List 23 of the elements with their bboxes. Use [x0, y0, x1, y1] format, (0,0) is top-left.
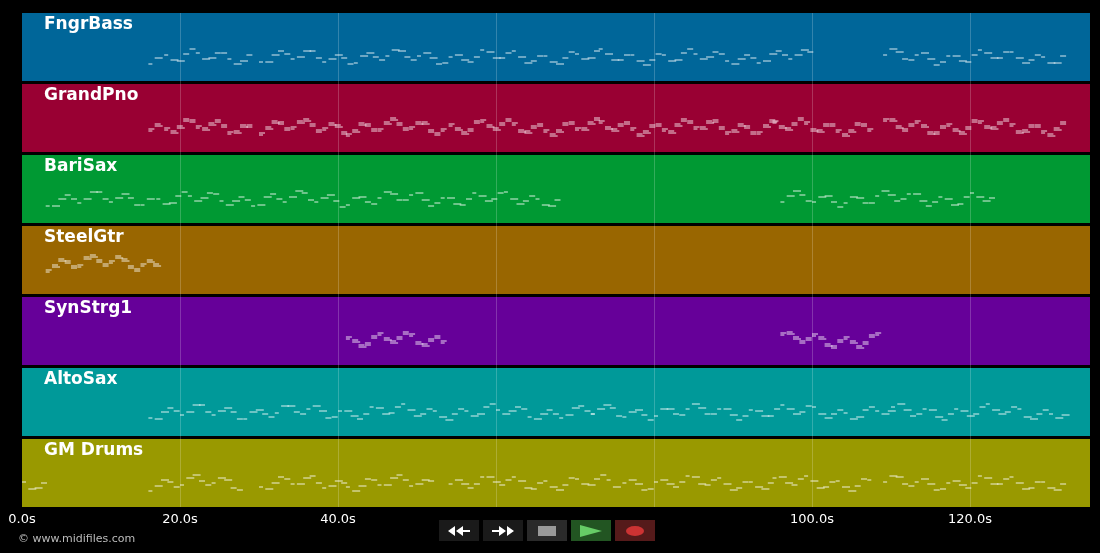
fast-forward-icon — [492, 524, 514, 537]
fast-forward-button[interactable] — [483, 520, 523, 541]
stop-icon — [538, 525, 556, 536]
stop-button[interactable] — [527, 520, 567, 541]
play-icon — [580, 524, 602, 537]
rewind-icon — [448, 524, 470, 537]
axis-tick-label: 20.0s — [162, 510, 198, 528]
play-button[interactable] — [571, 520, 611, 541]
track-name: GM Drums — [44, 441, 144, 458]
axis-tick-label: 40.0s — [320, 510, 356, 528]
track-name: SynStrg1 — [44, 299, 133, 316]
track-name: GrandPno — [44, 86, 139, 103]
copyright-text: © www.midifiles.com — [18, 531, 136, 547]
record-button[interactable] — [615, 520, 655, 541]
axis-tick-label: 100.0s — [790, 510, 834, 528]
track-name: SteelGtr — [44, 228, 124, 245]
record-icon — [626, 525, 644, 536]
rewind-button[interactable] — [439, 520, 479, 541]
track-name: FngrBass — [44, 15, 133, 32]
track-name: AltoSax — [44, 370, 118, 387]
track-name: BariSax — [44, 157, 118, 174]
axis-tick-label: 120.0s — [948, 510, 992, 528]
axis-tick-label: 0.0s — [8, 510, 36, 528]
